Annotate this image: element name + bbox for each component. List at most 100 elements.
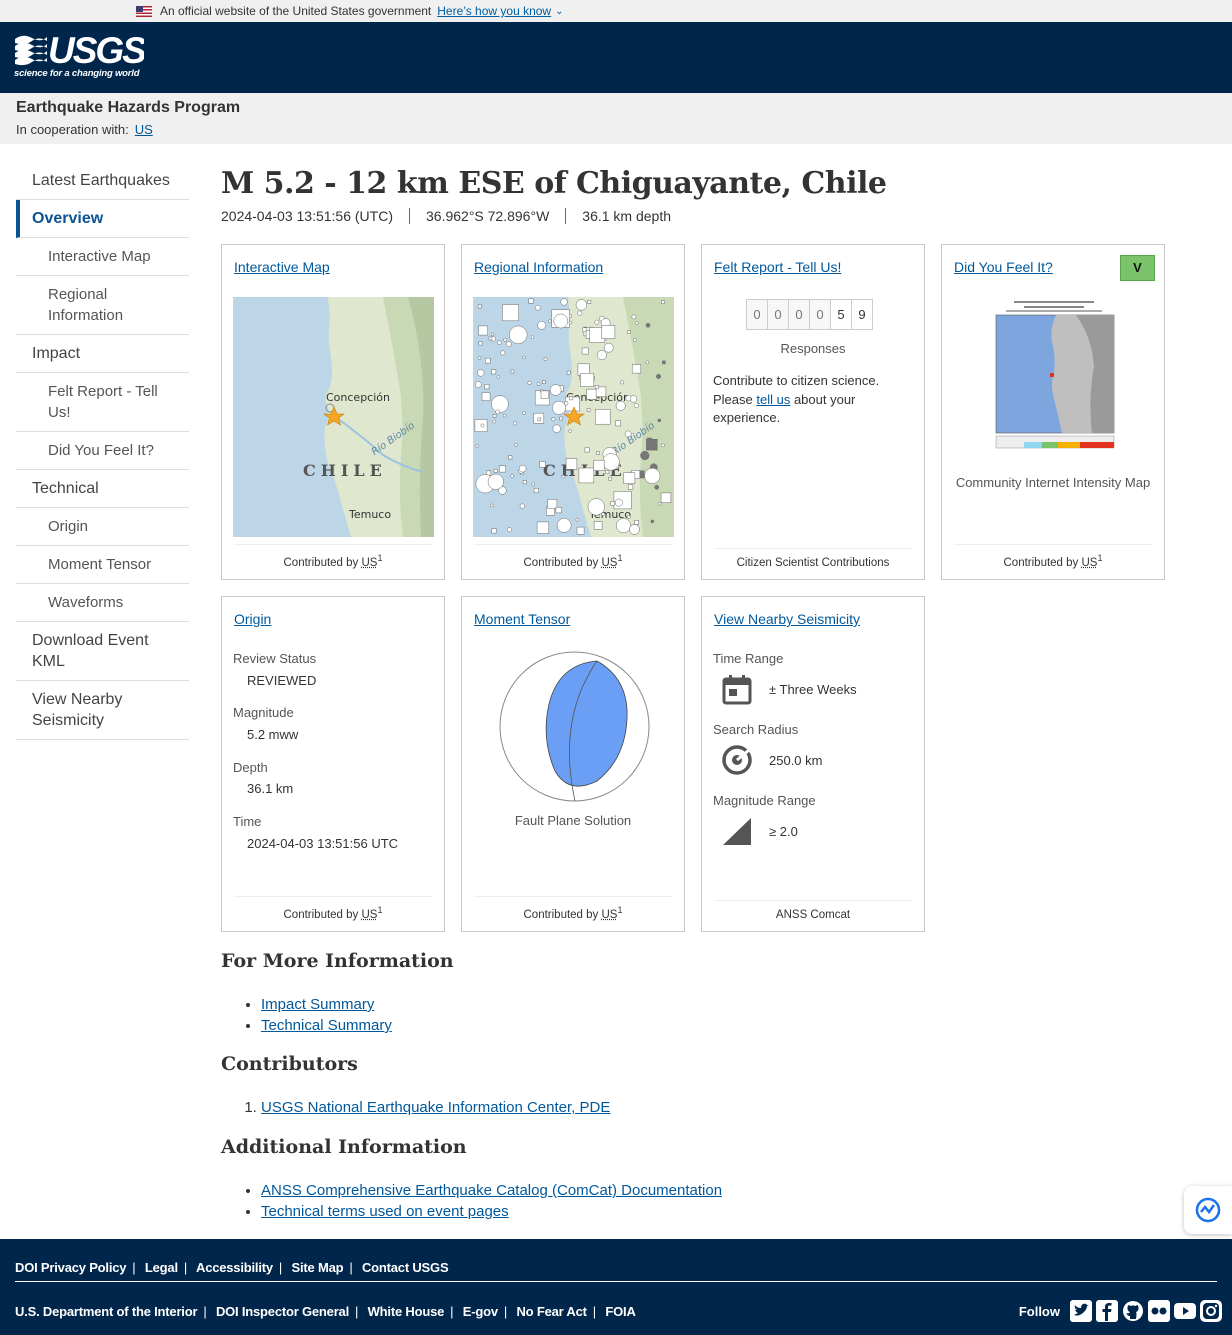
- seismicity-marker: [627, 484, 634, 490]
- coop-us-link[interactable]: US: [135, 122, 153, 137]
- sidebar-item-waveforms[interactable]: Waveforms: [16, 584, 189, 622]
- beachball-diagram[interactable]: [497, 649, 652, 804]
- moment-tensor-link[interactable]: Moment Tensor: [474, 611, 570, 627]
- neic-link[interactable]: USGS National Earthquake Information Cen…: [261, 1099, 610, 1116]
- seismicity-marker: [594, 319, 600, 325]
- seismicity-marker: [593, 521, 603, 530]
- regional-map-thumbnail[interactable]: Concepción CHILE Temuco Río Biobío: [473, 297, 674, 537]
- sidebar-item-felt-report[interactable]: Felt Report - Tell Us!: [16, 373, 189, 432]
- sidebar-item-origin[interactable]: Origin: [16, 508, 189, 546]
- contributors-list: USGS National Earthquake Information Cen…: [261, 1097, 610, 1118]
- footer-link[interactable]: FOIA: [605, 1304, 635, 1319]
- seismicity-marker: [502, 304, 519, 322]
- footer-link[interactable]: No Fear Act: [516, 1304, 586, 1319]
- facebook-icon[interactable]: [1096, 1300, 1118, 1322]
- seismicity-marker: [506, 341, 512, 348]
- felt-report-link[interactable]: Felt Report - Tell Us!: [714, 259, 841, 275]
- seismicity-marker: [502, 413, 507, 418]
- contributor-abbr[interactable]: US: [602, 909, 618, 921]
- footer-link[interactable]: Accessibility: [196, 1260, 273, 1275]
- list-item: Impact Summary: [261, 994, 392, 1015]
- sidebar-item-interactive-map[interactable]: Interactive Map: [16, 238, 189, 276]
- instagram-icon[interactable]: [1200, 1300, 1222, 1322]
- card-felt-report: Felt Report - Tell Us! 0 0 0 0 5 9 Respo…: [701, 244, 925, 580]
- sidebar-item-download-kml[interactable]: Download Event KML: [16, 622, 189, 681]
- seismicity-marker: [594, 385, 599, 389]
- sidebar-item-nearby-seismicity[interactable]: View Nearby Seismicity: [16, 681, 189, 740]
- sidebar-item-latest-earthquakes[interactable]: Latest Earthquakes: [16, 162, 189, 200]
- seismicity-marker: [475, 444, 479, 448]
- seismicity-marker: [539, 461, 546, 468]
- sidebar-item-technical[interactable]: Technical: [16, 470, 189, 508]
- contributor-abbr[interactable]: US: [362, 909, 378, 921]
- footer-link[interactable]: Contact USGS: [362, 1260, 449, 1275]
- seismicity-marker: [605, 470, 610, 474]
- event-coords: 36.962°S 72.896°W: [409, 208, 565, 224]
- contributor-abbr[interactable]: US: [1082, 557, 1098, 569]
- nearby-seismicity-link[interactable]: View Nearby Seismicity: [714, 611, 860, 627]
- comcat-docs-link[interactable]: ANSS Comprehensive Earthquake Catalog (C…: [261, 1182, 722, 1199]
- seismicity-marker: [614, 498, 623, 507]
- sidebar-item-overview[interactable]: Overview: [16, 200, 189, 238]
- github-icon[interactable]: [1122, 1300, 1144, 1322]
- card-origin: Origin Review Status REVIEWED Magnitude …: [221, 596, 445, 932]
- info-sections: For More Information Impact Summary Tech…: [221, 950, 1021, 1230]
- magnitude-label: Magnitude: [233, 705, 294, 720]
- dyfi-link[interactable]: Did You Feel It?: [954, 259, 1053, 275]
- footer-link[interactable]: U.S. Department of the Interior: [15, 1304, 198, 1319]
- heres-how-link[interactable]: Here’s how you know: [437, 4, 551, 18]
- assistant-button[interactable]: [1184, 1186, 1232, 1234]
- youtube-icon[interactable]: [1174, 1300, 1196, 1322]
- twitter-icon[interactable]: [1070, 1300, 1092, 1322]
- seismicity-marker: [620, 380, 625, 385]
- seismicity-marker: [553, 313, 569, 329]
- regional-information-link[interactable]: Regional Information: [474, 259, 603, 275]
- program-title[interactable]: Earthquake Hazards Program: [16, 99, 1216, 117]
- seismicity-marker: [530, 335, 535, 339]
- flickr-icon[interactable]: [1148, 1300, 1170, 1322]
- sidebar-item-impact[interactable]: Impact: [16, 335, 189, 373]
- impact-summary-link[interactable]: Impact Summary: [261, 996, 374, 1013]
- footer-link[interactable]: E-gov: [463, 1304, 498, 1319]
- svg-text:USGS: USGS: [48, 30, 144, 68]
- seismicity-marker: [518, 464, 527, 473]
- contributor-abbr[interactable]: US: [362, 557, 378, 569]
- chevron-down-icon[interactable]: ⌄: [555, 6, 563, 17]
- anss-comcat-footer: ANSS Comcat: [714, 900, 912, 921]
- intensity-map-thumbnail[interactable]: [984, 297, 1124, 457]
- seismicity-marker: [478, 325, 488, 336]
- footer-link[interactable]: Site Map: [292, 1260, 344, 1275]
- seismicity-marker: [610, 501, 615, 506]
- seismicity-marker: [510, 474, 514, 478]
- coop-label: In cooperation with:: [16, 122, 129, 137]
- counter-digit: 0: [788, 299, 810, 330]
- svg-text:Temuco: Temuco: [348, 508, 391, 521]
- sidebar-item-moment-tensor[interactable]: Moment Tensor: [16, 546, 189, 584]
- seismicity-marker: [623, 472, 636, 484]
- sidebar-item-regional-information[interactable]: Regional Information: [16, 276, 189, 335]
- footer-link[interactable]: DOI Inspector General: [216, 1304, 349, 1319]
- tell-us-link[interactable]: tell us: [756, 392, 790, 407]
- sidebar-item-dyfi[interactable]: Did You Feel It?: [16, 432, 189, 470]
- interactive-map-thumbnail[interactable]: Concepción CHILE Temuco Río Biobío: [233, 297, 434, 537]
- technical-summary-link[interactable]: Technical Summary: [261, 1017, 392, 1034]
- footer-link[interactable]: DOI Privacy Policy: [15, 1260, 126, 1275]
- footer-link[interactable]: White House: [368, 1304, 445, 1319]
- origin-link[interactable]: Origin: [234, 611, 271, 627]
- seismicity-marker: [478, 341, 483, 346]
- seismicity-marker: [536, 382, 541, 386]
- footer-link[interactable]: Legal: [145, 1260, 178, 1275]
- usgs-wave-icon: USGS: [15, 30, 144, 68]
- seismicity-marker: [488, 336, 493, 341]
- seismicity-marker: [601, 512, 605, 516]
- contributor-abbr[interactable]: US: [602, 557, 618, 569]
- footer-links-row1: DOI Privacy Policy | Legal | Accessibility…: [15, 1260, 449, 1275]
- seismicity-marker: [578, 467, 595, 484]
- interactive-map-link[interactable]: Interactive Map: [234, 259, 330, 275]
- technical-terms-link[interactable]: Technical terms used on event pages: [261, 1203, 509, 1220]
- usgs-logo[interactable]: USGS science for a changing world: [14, 30, 144, 79]
- seismicity-marker: [657, 418, 662, 423]
- seismicity-marker: [627, 330, 631, 334]
- seismicity-marker: [491, 395, 509, 413]
- seismicity-marker: [537, 320, 546, 330]
